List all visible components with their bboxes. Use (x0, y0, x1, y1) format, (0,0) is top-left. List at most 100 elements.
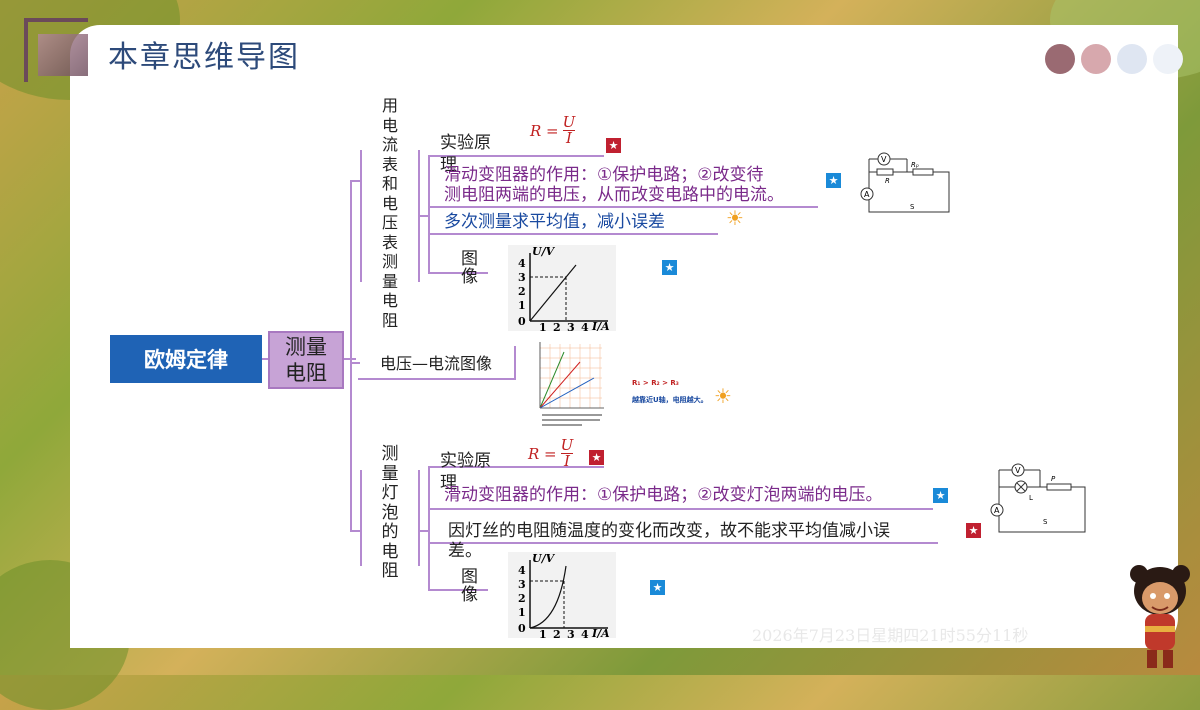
formula-fraction: U I (561, 438, 574, 469)
formula-fraction: U I (563, 115, 576, 146)
level1-node: 测量电阻 (268, 331, 344, 389)
x-tick: 3 (567, 628, 575, 638)
formula-den: I (566, 129, 572, 147)
connector (420, 530, 430, 532)
x-tick: 1 (539, 628, 547, 638)
x-axis-label: I/A (591, 320, 610, 331)
title-bar: 本章思维导图 (10, 14, 1190, 82)
s-label: S (910, 203, 915, 211)
y-tick: 1 (518, 606, 526, 619)
vertical-char: 测 (381, 444, 399, 464)
decor-dot (1117, 44, 1147, 74)
connector (428, 508, 933, 510)
vertical-char: 量 (381, 463, 399, 484)
y-tick: 4 (518, 257, 526, 270)
y-tick: 2 (518, 285, 526, 298)
branch-top-text: 用电流表和电压表测量电阻 (378, 96, 402, 330)
branch-bottom-text: 测量灯泡的电阻 (378, 444, 402, 582)
graph-label-bottom: 图像 (461, 567, 478, 605)
vertical-char: 量 (381, 271, 398, 291)
connector (350, 180, 352, 530)
y-tick: 3 (518, 578, 526, 591)
vertical-char: 阻 (381, 310, 398, 330)
connector (428, 542, 938, 544)
x-tick: 4 (581, 321, 589, 331)
y-tick: 0 (518, 622, 526, 635)
y-tick: 0 (518, 315, 526, 328)
connector (428, 206, 818, 208)
connector (428, 155, 430, 273)
branch-mid-label: 电压—电流图像 (358, 346, 516, 380)
star-red-icon: ★ (606, 138, 621, 153)
mid-note1: R₁ > R₂ > R₃ (632, 379, 679, 387)
title-square (38, 34, 88, 76)
rheostat-top-line1: 滑动变阻器的作用：①保护电路；②改变待 (444, 165, 764, 185)
vertical-char: 用 (381, 96, 398, 115)
l-label: L (1029, 494, 1033, 502)
formula-num: U (562, 113, 576, 131)
vertical-char: 和 (381, 174, 398, 193)
average-text: 多次测量求平均值，减小误差 (444, 212, 665, 232)
star-red-icon: ★ (966, 523, 981, 538)
ui-line (529, 264, 577, 322)
x-axis-label: I/A (591, 627, 610, 638)
vertical-char: 电 (381, 193, 398, 213)
decor-dot (1045, 44, 1075, 74)
formula-bottom: R = U I (528, 438, 573, 469)
x-tick: 4 (581, 628, 589, 638)
ui-curve (529, 565, 567, 629)
rheostat-icon (1046, 483, 1072, 491)
filament-line2: 差。 (448, 541, 482, 561)
formula-num: U (560, 436, 574, 454)
v-label: V (1015, 466, 1021, 475)
y-tick: 2 (518, 592, 526, 605)
mid-note2: 越靠近U轴，电阻越大。 (632, 396, 708, 404)
y-tick: 1 (518, 299, 526, 312)
circuit-top: V A R Rₚ S (860, 152, 950, 213)
formula-den: I (564, 452, 570, 470)
vertical-char: 泡 (381, 502, 399, 523)
star-blue-icon: ★ (933, 488, 948, 503)
page-title: 本章思维导图 (108, 40, 300, 75)
rheostat-icon (912, 168, 934, 176)
connector (350, 530, 360, 532)
sun-icon: ☀ (726, 206, 744, 230)
connector (428, 233, 718, 235)
connector (428, 466, 430, 590)
decor-dot (1081, 44, 1111, 74)
y-tick: 3 (518, 271, 526, 284)
x-tick: 1 (539, 321, 547, 331)
filament-line1: 因灯丝的电阻随温度的变化而改变，故不能求平均值减小误 (448, 521, 890, 541)
vertical-char: 压 (381, 213, 398, 232)
s-label: S (1043, 518, 1048, 526)
vertical-char: 的 (381, 522, 399, 542)
vertical-char: 表 (381, 232, 398, 252)
vertical-char: 表 (381, 154, 398, 174)
formula-lhs: R = (528, 444, 557, 463)
rheostat-bottom: 滑动变阻器的作用：①保护电路；②改变灯泡两端的电压。 (444, 485, 883, 505)
formula-lhs: R = (530, 121, 559, 140)
x-tick: 3 (567, 321, 575, 331)
vertical-char: 流 (381, 135, 398, 154)
graph-mid (528, 338, 610, 430)
formula-top: R = U I (530, 115, 575, 146)
star-blue-icon: ★ (826, 173, 841, 188)
connector (350, 180, 360, 182)
rheostat-top-line2: 测电阻两端的电压，从而改变电路中的电流。 (444, 185, 784, 205)
vertical-char: 阻 (381, 561, 399, 581)
vertical-char: 测 (381, 252, 398, 271)
rp-label: Rₚ (911, 161, 919, 169)
p-label: P (1051, 475, 1056, 483)
star-blue-icon: ★ (662, 260, 677, 275)
decor-dot (1153, 44, 1183, 74)
star-red-icon: ★ (589, 450, 604, 465)
vertical-char: 电 (381, 291, 398, 310)
level1-text: 测量电阻 (285, 335, 327, 385)
vertical-char: 电 (381, 115, 398, 135)
v-label: V (881, 155, 887, 164)
y-axis-label: U/V (532, 552, 556, 565)
root-node: 欧姆定律 (110, 335, 262, 383)
a-label: A (994, 506, 1000, 515)
sun-icon: ☀ (714, 384, 732, 408)
circuit-bottom: V A L P S (990, 463, 1086, 533)
